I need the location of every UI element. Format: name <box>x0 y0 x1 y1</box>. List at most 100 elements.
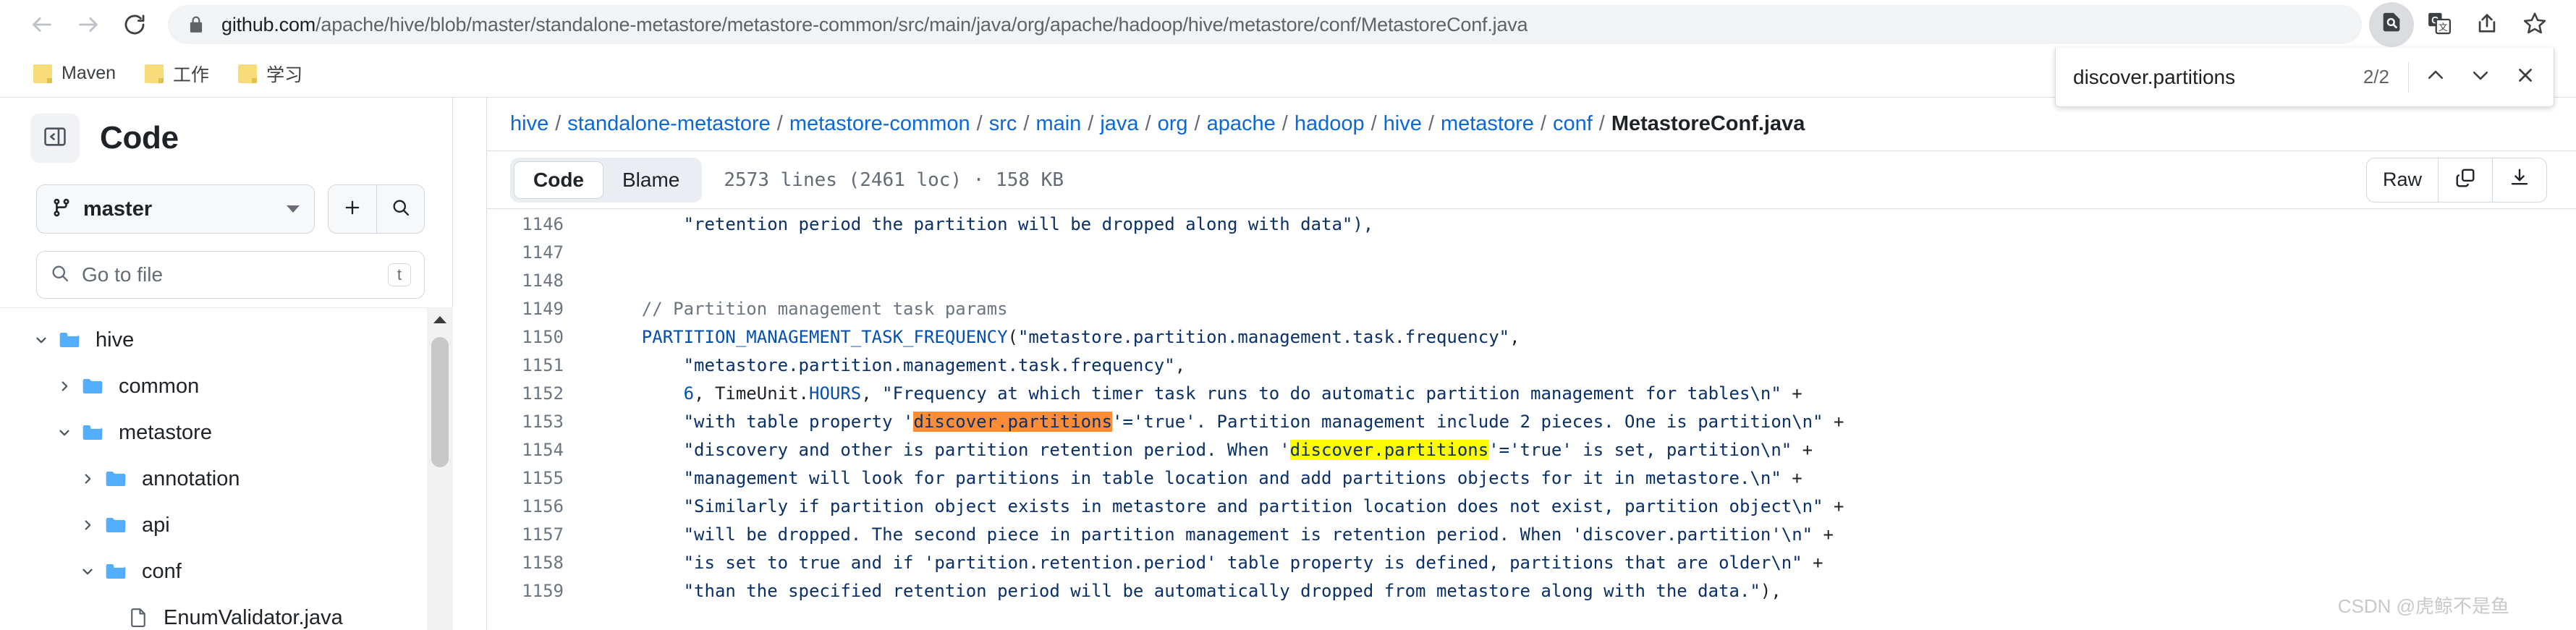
sidebar-search-button[interactable] <box>376 185 424 233</box>
file-meta: 2573 lines (2461 loc) · 158 KB <box>724 169 1064 191</box>
tree-item-label: metastore <box>119 420 212 444</box>
breadcrumb-link[interactable]: hive <box>1384 112 1422 136</box>
tree-item-label: hive <box>96 328 135 352</box>
find-next-button[interactable] <box>2458 55 2503 100</box>
breadcrumb-link[interactable]: org <box>1158 112 1188 136</box>
back-button[interactable] <box>19 1 65 48</box>
sidebar-action-group <box>328 184 425 234</box>
line-number[interactable]: 1148 <box>487 271 580 291</box>
download-button[interactable] <box>2492 158 2546 202</box>
tab-blame[interactable]: Blame <box>603 161 698 199</box>
tree-item-label: common <box>119 374 200 398</box>
chevron-right-icon[interactable] <box>48 378 81 394</box>
forward-button[interactable] <box>65 1 111 48</box>
code-line: 1159 "than the specified retention perio… <box>487 576 2576 605</box>
chevron-down-icon[interactable] <box>48 425 81 440</box>
bookmark-label: Maven <box>62 63 116 83</box>
find-close-button[interactable] <box>2503 55 2548 100</box>
line-number[interactable]: 1149 <box>487 299 580 319</box>
breadcrumb-link[interactable]: java <box>1100 112 1138 136</box>
code-text: "than the specified retention period wil… <box>683 580 1781 601</box>
address-bar[interactable]: github.com/apache/hive/blob/master/stand… <box>168 5 2362 44</box>
line-number[interactable]: 1154 <box>487 440 580 460</box>
breadcrumb-link[interactable]: metastore <box>1441 112 1534 136</box>
git-branch-icon <box>51 197 72 221</box>
find-input[interactable] <box>2073 65 2356 89</box>
branch-selector[interactable]: master <box>36 184 315 234</box>
breadcrumb-link[interactable]: standalone-metastore <box>567 112 771 136</box>
tree-folder-item[interactable]: api <box>0 502 453 548</box>
tab-code[interactable]: Code <box>514 161 603 199</box>
code-line: 1151 "metastore.partition.management.tas… <box>487 351 2576 379</box>
code-text: "management will look for partitions in … <box>683 467 1802 488</box>
collapse-panel-button[interactable] <box>30 114 80 163</box>
breadcrumb-link[interactable]: apache <box>1207 112 1276 136</box>
line-number[interactable]: 1157 <box>487 524 580 545</box>
code-line: 1153 "with table property 'discover.part… <box>487 407 2576 435</box>
find-previous-button[interactable] <box>2413 55 2458 100</box>
chevron-right-icon[interactable] <box>71 517 104 533</box>
close-icon <box>2514 64 2536 90</box>
chevron-right-icon[interactable] <box>71 471 104 487</box>
code-text: "discovery and other is partition retent… <box>683 439 1813 460</box>
tree-folder-item[interactable]: annotation <box>0 456 453 502</box>
tree-file-item[interactable]: EnumValidator.java <box>0 595 453 630</box>
go-to-file-field[interactable]: Go to file t <box>36 251 425 299</box>
code-line: 1158 "is set to true and if 'partition.r… <box>487 548 2576 576</box>
code-line: 1152 6, TimeUnit.HOURS, "Frequency at wh… <box>487 379 2576 407</box>
raw-button[interactable]: Raw <box>2367 158 2438 202</box>
tree-folder-item[interactable]: conf <box>0 548 453 595</box>
breadcrumb-link[interactable]: conf <box>1553 112 1593 136</box>
code-text: "Similarly if partition object exists in… <box>683 495 1844 516</box>
line-number[interactable]: 1159 <box>487 581 580 601</box>
find-divider <box>2408 61 2409 93</box>
bookmark-work[interactable]: 工作 <box>133 56 221 92</box>
code-viewer[interactable]: 1146 "retention period the partition wil… <box>487 210 2576 630</box>
breadcrumb-link[interactable]: metastore-common <box>789 112 970 136</box>
url-host: github.com <box>221 13 316 35</box>
line-number[interactable]: 1153 <box>487 412 580 432</box>
find-in-page-icon <box>2379 11 2404 39</box>
tree-folder-item[interactable]: metastore <box>0 409 453 456</box>
folder-icon <box>33 64 52 83</box>
chevron-down-icon[interactable] <box>71 563 104 579</box>
line-number[interactable]: 1155 <box>487 468 580 488</box>
line-number[interactable]: 1147 <box>487 242 580 263</box>
line-number[interactable]: 1158 <box>487 553 580 573</box>
line-number[interactable]: 1150 <box>487 327 580 347</box>
translate-button[interactable]: G文 <box>2417 2 2462 47</box>
breadcrumb-link[interactable]: hive <box>510 112 548 136</box>
tree-folder-item[interactable]: hive <box>0 317 453 363</box>
code-line: 1155 "management will look for partition… <box>487 464 2576 492</box>
repo-sidebar: Code master Go to file t hive common met… <box>0 98 453 630</box>
omnibox-actions: G文 <box>2369 2 2557 47</box>
bookmark-study[interactable]: 学习 <box>226 56 314 92</box>
breadcrumb-link[interactable]: src <box>989 112 1017 136</box>
find-in-page-button[interactable] <box>2369 2 2414 47</box>
chevron-down-icon[interactable] <box>25 332 58 348</box>
share-icon <box>2475 11 2499 39</box>
bookmark-star-button[interactable] <box>2512 2 2557 47</box>
file-tree-scrollbar[interactable] <box>427 308 453 630</box>
line-number[interactable]: 1152 <box>487 383 580 404</box>
bookmark-label: 学习 <box>266 64 303 85</box>
add-file-button[interactable] <box>329 185 376 233</box>
arrow-left-icon <box>30 12 54 37</box>
line-number[interactable]: 1156 <box>487 496 580 516</box>
breadcrumb-link[interactable]: main <box>1035 112 1081 136</box>
share-button[interactable] <box>2465 2 2509 47</box>
breadcrumb-separator: / <box>1281 112 1288 135</box>
bookmark-maven[interactable]: Maven <box>22 58 127 89</box>
code-text: "with table property 'discover.partition… <box>683 411 1844 432</box>
svg-text:文: 文 <box>2439 21 2448 32</box>
scrollbar-thumb[interactable] <box>431 337 449 467</box>
reload-button[interactable] <box>111 1 158 48</box>
line-number[interactable]: 1146 <box>487 214 580 234</box>
copy-icon <box>2454 167 2476 192</box>
scroll-up-button[interactable] <box>427 308 453 334</box>
tree-item-label: EnumValidator.java <box>164 605 343 629</box>
copy-button[interactable] <box>2438 158 2492 202</box>
line-number[interactable]: 1151 <box>487 355 580 375</box>
breadcrumb-link[interactable]: hadoop <box>1295 112 1365 136</box>
tree-folder-item[interactable]: common <box>0 363 453 409</box>
